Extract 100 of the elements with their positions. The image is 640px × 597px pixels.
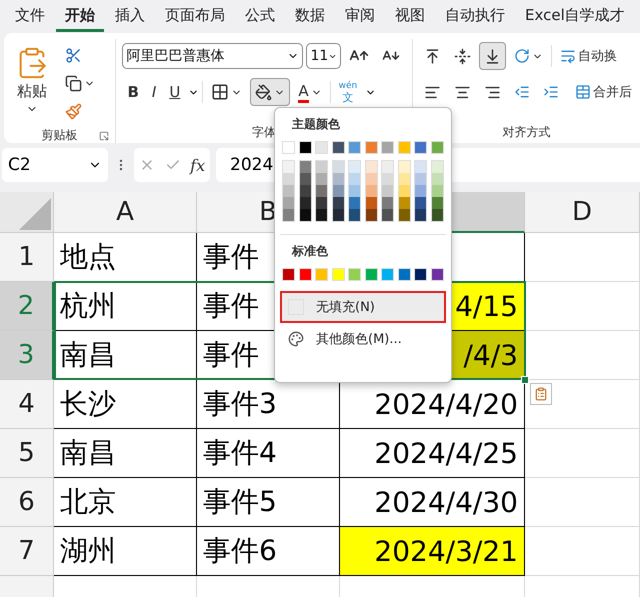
ribbon-tab[interactable]: 插入	[106, 2, 154, 32]
color-swatch[interactable]	[298, 268, 312, 281]
color-swatch[interactable]	[332, 185, 344, 197]
row-header[interactable]: 1	[0, 233, 54, 282]
color-swatch[interactable]	[432, 209, 443, 221]
color-swatch[interactable]	[366, 161, 377, 173]
color-swatch[interactable]	[432, 161, 443, 173]
color-swatch[interactable]	[382, 209, 394, 221]
color-swatch[interactable]	[332, 209, 344, 221]
column-header[interactable]: A	[54, 192, 197, 233]
color-swatch[interactable]	[382, 197, 394, 209]
color-swatch[interactable]	[316, 209, 328, 221]
color-swatch[interactable]	[316, 197, 328, 209]
dialog-launcher-icon[interactable]	[99, 131, 110, 141]
color-swatch[interactable]	[398, 209, 410, 221]
color-swatch[interactable]	[398, 141, 411, 154]
font-name-field[interactable]: 阿里巴巴普惠体	[122, 43, 304, 69]
color-swatch[interactable]	[349, 161, 360, 173]
color-swatch[interactable]	[398, 185, 410, 197]
color-swatch[interactable]	[432, 173, 443, 185]
color-swatch[interactable]	[398, 197, 410, 209]
italic-button[interactable]: I	[146, 78, 162, 106]
color-swatch[interactable]	[332, 173, 344, 185]
font-color-button[interactable]: A	[293, 78, 327, 106]
color-swatch[interactable]	[415, 161, 426, 173]
color-swatch[interactable]	[298, 141, 312, 154]
color-swatch[interactable]	[348, 268, 362, 281]
fill-handle[interactable]	[521, 376, 529, 384]
bold-button[interactable]: B	[122, 78, 144, 106]
color-swatch[interactable]	[316, 185, 328, 197]
color-swatch[interactable]	[415, 197, 426, 209]
row-header[interactable]: 6	[0, 478, 54, 527]
ribbon-tab[interactable]: 视图	[386, 2, 434, 32]
color-swatch[interactable]	[432, 197, 443, 209]
color-swatch[interactable]	[283, 185, 294, 197]
quick-analysis-button[interactable]	[530, 383, 552, 405]
color-swatch[interactable]	[366, 173, 377, 185]
wrap-text-button[interactable]: 自动换	[555, 42, 622, 70]
color-swatch[interactable]	[366, 209, 377, 221]
color-swatch[interactable]	[332, 268, 345, 281]
color-swatch[interactable]	[414, 268, 428, 281]
color-swatch[interactable]	[348, 141, 362, 154]
color-swatch[interactable]	[300, 161, 311, 173]
color-swatch[interactable]	[415, 185, 426, 197]
color-swatch[interactable]	[398, 161, 410, 173]
color-swatch[interactable]	[283, 161, 294, 173]
paste-button[interactable]: 粘贴	[10, 41, 54, 119]
row-header[interactable]: 7	[0, 527, 54, 576]
color-swatch[interactable]	[283, 173, 294, 185]
color-swatch[interactable]	[398, 173, 410, 185]
color-swatch[interactable]	[283, 209, 294, 221]
color-swatch[interactable]	[415, 173, 426, 185]
column-header[interactable]: D	[525, 192, 640, 233]
color-swatch[interactable]	[382, 185, 394, 197]
bottom-align-button[interactable]	[479, 42, 506, 70]
font-size-field[interactable]: 11	[306, 43, 342, 69]
insert-function-button[interactable]: fx	[190, 156, 206, 174]
color-swatch[interactable]	[349, 173, 360, 185]
color-swatch[interactable]	[349, 185, 360, 197]
row-header[interactable]: 2	[0, 282, 54, 331]
no-fill-item[interactable]: 无填充(N)	[280, 291, 446, 323]
color-swatch[interactable]	[366, 185, 377, 197]
color-swatch[interactable]	[415, 209, 426, 221]
color-swatch[interactable]	[332, 161, 344, 173]
color-swatch[interactable]	[282, 141, 295, 154]
ribbon-tab[interactable]: 数据	[286, 2, 334, 32]
underline-button[interactable]: U	[164, 78, 186, 106]
color-swatch[interactable]	[382, 173, 394, 185]
ribbon-tab[interactable]: 页面布局	[156, 2, 234, 32]
color-swatch[interactable]	[300, 173, 311, 185]
color-swatch[interactable]	[332, 141, 345, 154]
select-all-button[interactable]	[0, 192, 54, 233]
color-swatch[interactable]	[430, 268, 444, 281]
color-swatch[interactable]	[381, 141, 394, 154]
color-swatch[interactable]	[300, 185, 311, 197]
color-swatch[interactable]	[366, 197, 377, 209]
color-swatch[interactable]	[300, 209, 311, 221]
color-swatch[interactable]	[432, 185, 443, 197]
color-swatch[interactable]	[349, 209, 360, 221]
color-swatch[interactable]	[315, 141, 328, 154]
color-swatch[interactable]	[414, 141, 428, 154]
ribbon-tab[interactable]: 自动执行	[436, 2, 514, 32]
color-swatch[interactable]	[381, 268, 394, 281]
color-swatch[interactable]	[315, 268, 328, 281]
fill-color-button[interactable]	[250, 78, 290, 106]
ribbon-tab[interactable]: Excel自学成才	[516, 2, 634, 32]
color-swatch[interactable]	[300, 197, 311, 209]
name-box[interactable]: C2	[2, 148, 108, 182]
merge-button[interactable]: 合并后	[570, 78, 637, 106]
phonetic-button[interactable]: wén 文	[334, 78, 362, 106]
ribbon-tab[interactable]: 文件	[6, 2, 54, 32]
color-swatch[interactable]	[382, 161, 394, 173]
color-swatch[interactable]	[364, 268, 378, 281]
row-header[interactable]: 3	[0, 331, 54, 380]
color-swatch[interactable]	[430, 141, 444, 154]
ribbon-tab[interactable]: 公式	[236, 2, 284, 32]
color-swatch[interactable]	[282, 268, 295, 281]
color-swatch[interactable]	[349, 197, 360, 209]
row-header[interactable]: 5	[0, 429, 54, 478]
ribbon-tab[interactable]: 审阅	[336, 2, 384, 32]
